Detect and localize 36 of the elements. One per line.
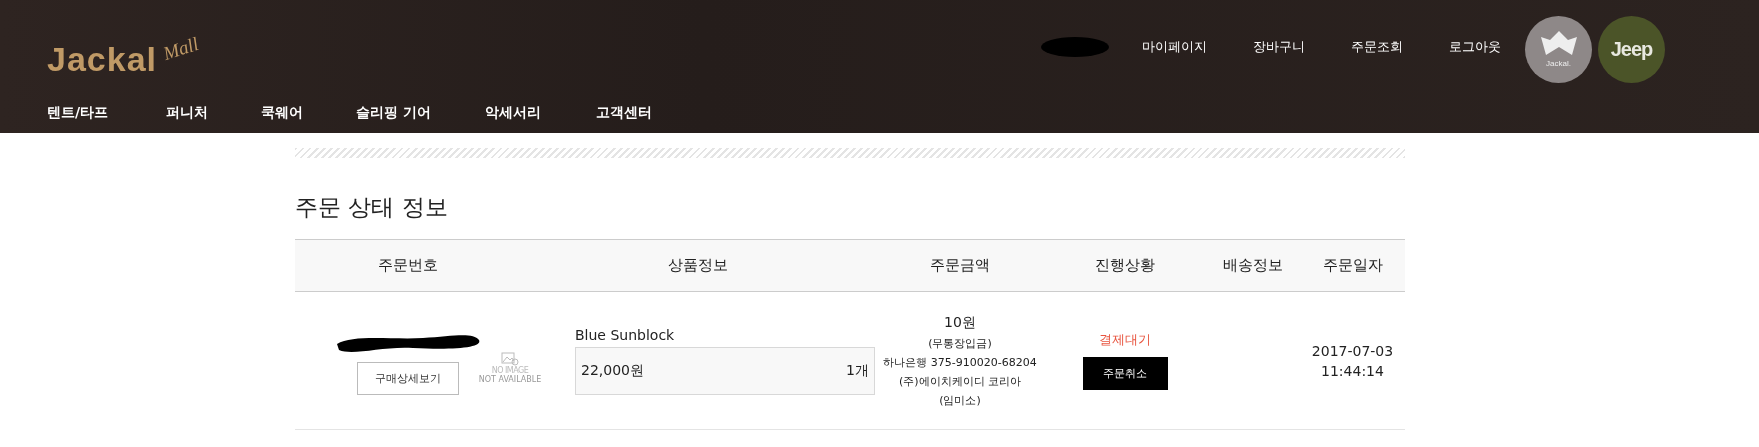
header-link[interactable]: 마이페이지 (1142, 38, 1207, 56)
logo[interactable]: Jackal Mall (47, 38, 199, 76)
payment-detail: (무통장입금) (928, 335, 992, 351)
product-name: Blue Sunblock (575, 326, 676, 343)
column-header: 배송정보 (1205, 240, 1300, 292)
column-header: 상품정보 (520, 240, 875, 292)
order-date: 2017-07-03 (1311, 342, 1394, 359)
product-price: 22,000원 (581, 361, 644, 380)
payment-detail: (주)에이치케이디 코리아 (898, 373, 1022, 389)
column-header: 주문번호 (295, 240, 520, 292)
nav-item[interactable]: 텐트/타프 (47, 104, 109, 122)
no-image-text: NO IMAGE (491, 365, 529, 375)
redaction-mark (1040, 35, 1110, 59)
image-icon (501, 351, 519, 366)
cancel-order-button[interactable]: 주문취소 (1082, 357, 1168, 390)
payment-detail: (임미소) (939, 392, 981, 408)
column-header: 진행상황 (1045, 240, 1205, 292)
header-link[interactable]: 로그아웃 (1449, 38, 1501, 56)
nav-item[interactable]: 쿡웨어 (261, 104, 304, 122)
payment-detail: 하나은행 375-910020-68204 (883, 354, 1037, 370)
order-status: 결제대기 (1099, 331, 1151, 349)
detail-button[interactable]: 구매상세보기 (356, 362, 459, 395)
brand-badge[interactable]: Jeep (1598, 15, 1665, 83)
nav-item[interactable]: 퍼니처 (166, 104, 209, 122)
section-title: 주문 상태 정보 (295, 193, 449, 222)
no-image-text: NOT AVAILABLE (478, 374, 542, 384)
nav-item[interactable]: 악세서리 (485, 104, 541, 122)
column-header: 주문금액 (875, 240, 1045, 292)
nav-item[interactable]: 슬리핑 기어 (356, 104, 431, 122)
order-date: 11:44:14 (1321, 362, 1384, 379)
product-quantity: 1개 (846, 361, 869, 380)
column-header: 주문일자 (1300, 240, 1405, 292)
nav-item[interactable]: 고객센터 (596, 104, 652, 122)
order-amount: 10원 (944, 313, 976, 332)
header-link[interactable]: 장바구니 (1253, 38, 1305, 56)
header-link[interactable]: 주문조회 (1351, 38, 1403, 56)
